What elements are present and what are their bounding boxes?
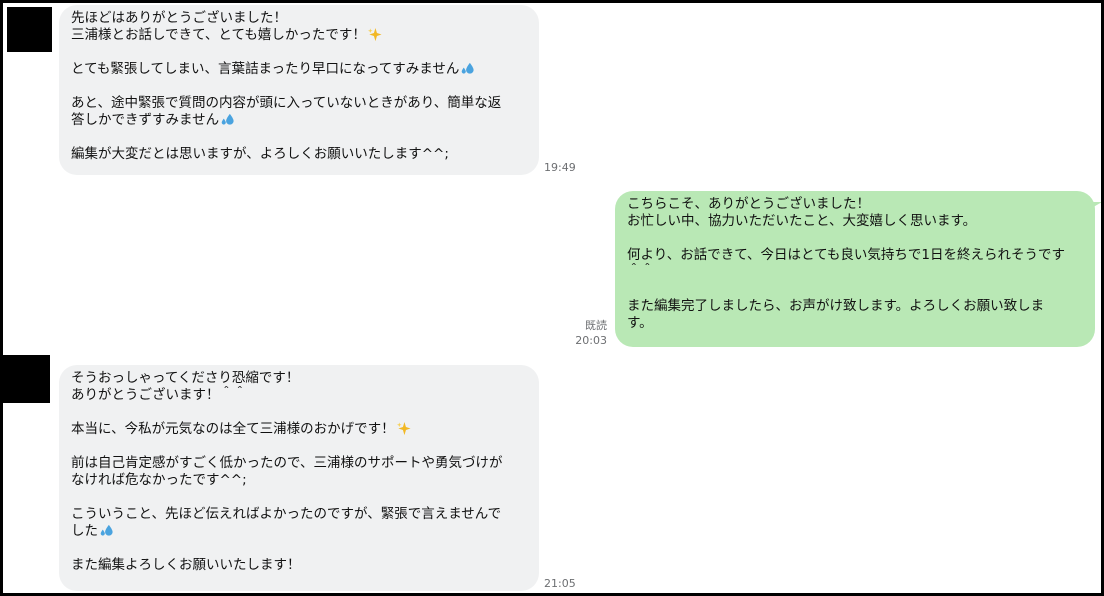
message-line [627, 281, 1083, 298]
message-line [71, 489, 527, 506]
message-line: す。 [627, 315, 1083, 332]
message-line: また編集よろしくお願いいたします！ [71, 557, 527, 574]
message-text: ありがとうございます！＾＾ [71, 387, 247, 403]
message-text: ＾＾ [627, 264, 654, 280]
message-line: とても緊張してしまい、言葉詰まったり早口になってすみません [71, 61, 527, 78]
sender-avatar[interactable] [3, 355, 50, 403]
message-line [627, 230, 1083, 247]
message-text: あと、途中緊張で質問の内容が頭に入っていないときがあり、簡単な返 [71, 95, 502, 111]
message-line: 本当に、今私が元気なのは全て三浦様のおかげです！ [71, 421, 527, 438]
message-text: 編集が大変だとは思いますが、よろしくお願いいたします^^; [71, 146, 449, 162]
message-text: 三浦様とお話しできて、とても嬉しかったです！ [71, 27, 366, 43]
message-line: 三浦様とお話しできて、とても嬉しかったです！ [71, 27, 527, 44]
message-line: そうおっしゃってくださり恐縮です！ [71, 370, 527, 387]
message-line [71, 540, 527, 557]
message-line [71, 404, 527, 421]
sweat-drops-icon [462, 62, 474, 74]
message-line: こういうこと、先ほど伝えればよかったのですが、緊張で言えませんで [71, 506, 527, 523]
message-text: また編集よろしくお願いいたします！ [71, 557, 301, 573]
message-text: お忙しい中、協力いただいたこと、大変嬉しく思います。 [627, 213, 977, 229]
message-line [71, 44, 527, 61]
message-line: こちらこそ、ありがとうございました！ [627, 196, 1083, 213]
message-line [71, 129, 527, 146]
message-line: あと、途中緊張で質問の内容が頭に入っていないときがあり、簡単な返 [71, 95, 527, 112]
sweat-drops-icon [100, 524, 113, 536]
message-line: お忙しい中、協力いただいたこと、大変嬉しく思います。 [627, 213, 1083, 230]
message-text: とても緊張してしまい、言葉詰まったり早口になってすみません [71, 61, 460, 77]
message-text: 先ほどはありがとうございました！ [71, 10, 287, 26]
message-line: 編集が大変だとは思いますが、よろしくお願いいたします^^; [71, 146, 527, 163]
message-line [71, 438, 527, 455]
sparkles-icon [396, 421, 411, 436]
message-line: また編集完了しましたら、お声がけ致します。よろしくお願い致しま [627, 298, 1083, 315]
message-text: また編集完了しましたら、お声がけ致します。よろしくお願い致しま [627, 298, 1045, 314]
message-text: 答しかできずすみません [71, 112, 220, 128]
message-text: こういうこと、先ほど伝えればよかったのですが、緊張で言えませんで [71, 506, 502, 522]
message-line: 先ほどはありがとうございました！ [71, 10, 527, 27]
message-line: 答しかできずすみません [71, 112, 527, 129]
message-text: こちらこそ、ありがとうございました！ [627, 196, 870, 212]
message-text: 何より、お話できて、今日はとても良い気持ちで1日を終えられそうです [627, 247, 1066, 263]
message-line: なければ危なかったです^^; [71, 472, 527, 489]
message-text: した [71, 523, 98, 539]
sweat-drops-icon [221, 113, 234, 125]
message-text: 前は自己肯定感がすごく低かったので、三浦様のサポートや勇気づけが [71, 455, 503, 471]
message-line [71, 78, 527, 95]
message-text: なければ危なかったです^^; [71, 472, 247, 488]
bubble-tail [1088, 202, 1101, 210]
message-text: そうおっしゃってくださり恐縮です！ [71, 370, 300, 386]
message-timestamp: 21:05 [544, 577, 576, 590]
message-timestamp: 19:49 [544, 161, 576, 174]
chat-window: 先ほどはありがとうございました！ 三浦様とお話しできて、とても嬉しかったです！ とて… [0, 0, 1104, 596]
message-line: した [71, 523, 527, 540]
sparkles-icon [367, 27, 382, 42]
message-bubble-incoming[interactable]: 先ほどはありがとうございました！ 三浦様とお話しできて、とても嬉しかったです！ とて… [59, 5, 539, 175]
message-line: 何より、お話できて、今日はとても良い気持ちで1日を終えられそうです [627, 247, 1083, 264]
message-bubble-incoming[interactable]: そうおっしゃってくださり恐縮です！ ありがとうございます！＾＾ 本当に、今私が元気な… [59, 365, 539, 591]
read-receipt: 既読 [585, 319, 607, 332]
message-bubble-outgoing[interactable]: こちらこそ、ありがとうございました！ お忙しい中、協力いただいたこと、大変嬉しく思… [615, 191, 1095, 347]
message-line: ＾＾ [627, 264, 1083, 281]
message-text: 本当に、今私が元気なのは全て三浦様のおかげです！ [71, 421, 395, 437]
sender-avatar[interactable] [7, 7, 52, 52]
message-line: 前は自己肯定感がすごく低かったので、三浦様のサポートや勇気づけが [71, 455, 527, 472]
message-text: す。 [627, 315, 653, 331]
message-line: ありがとうございます！＾＾ [71, 387, 527, 404]
message-timestamp: 20:03 [575, 334, 607, 347]
